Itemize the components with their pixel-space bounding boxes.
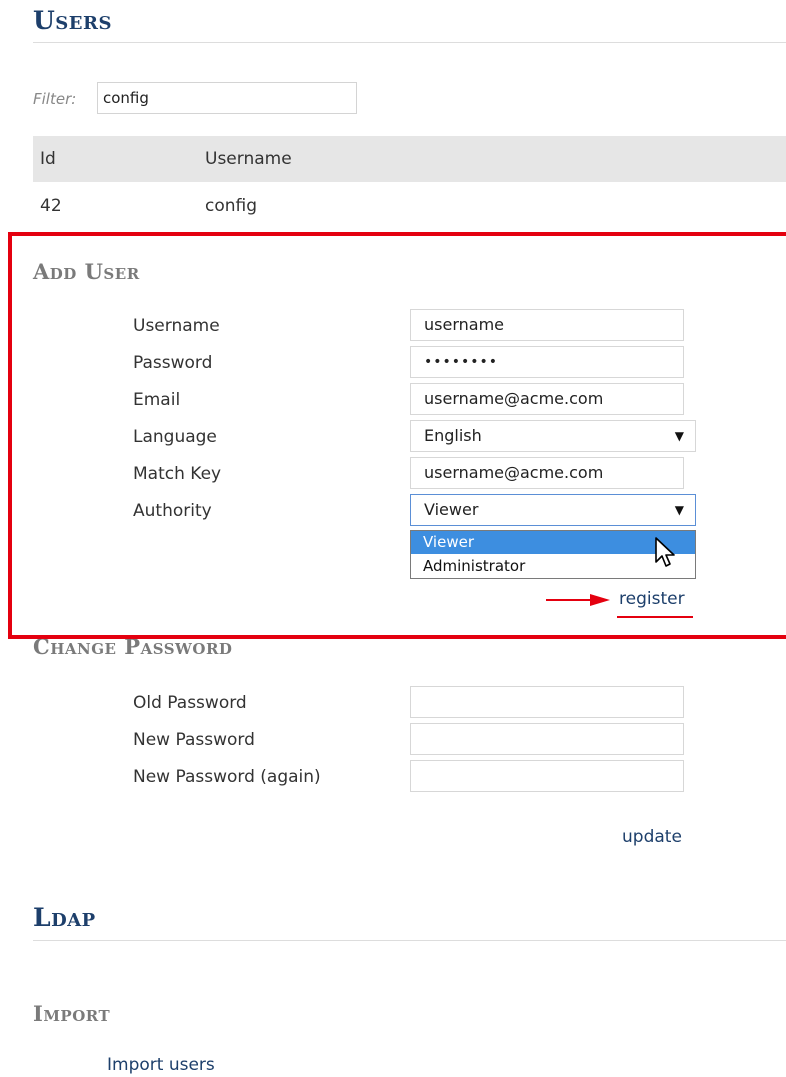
old-password-input[interactable] bbox=[410, 686, 684, 718]
cell-username: config bbox=[205, 196, 258, 216]
username-label: Username bbox=[133, 316, 220, 336]
new-password-again-input[interactable] bbox=[410, 760, 684, 792]
authority-select[interactable]: Viewer ▼ bbox=[410, 494, 696, 526]
users-table-header bbox=[33, 136, 786, 182]
authority-option-viewer[interactable]: Viewer bbox=[411, 531, 695, 554]
ldap-divider bbox=[33, 940, 786, 941]
mouse-pointer-icon bbox=[655, 537, 675, 567]
match-key-input[interactable]: username@acme.com bbox=[410, 457, 684, 489]
chevron-down-icon: ▼ bbox=[674, 503, 684, 517]
annotation-arrow-icon bbox=[546, 594, 610, 606]
chevron-down-icon: ▼ bbox=[674, 429, 684, 443]
password-label: Password bbox=[133, 353, 213, 373]
table-row[interactable]: 42 config bbox=[33, 186, 786, 226]
new-password-again-label: New Password (again) bbox=[133, 767, 321, 787]
users-heading: Users bbox=[33, 6, 112, 35]
username-input[interactable]: username bbox=[410, 309, 684, 341]
language-label: Language bbox=[133, 427, 217, 447]
new-password-label: New Password bbox=[133, 730, 255, 750]
email-input[interactable]: username@acme.com bbox=[410, 383, 684, 415]
cell-id: 42 bbox=[40, 196, 62, 216]
import-users-link[interactable]: Import users bbox=[107, 1055, 215, 1075]
match-key-label: Match Key bbox=[133, 464, 222, 484]
filter-label: Filter: bbox=[33, 90, 77, 108]
authority-select-value: Viewer bbox=[424, 500, 479, 519]
authority-label: Authority bbox=[133, 501, 212, 521]
email-label: Email bbox=[133, 390, 181, 410]
password-input[interactable]: •••••••• bbox=[410, 346, 684, 378]
register-underline bbox=[617, 616, 693, 618]
old-password-label: Old Password bbox=[133, 693, 247, 713]
users-divider bbox=[33, 42, 786, 43]
import-heading: Import bbox=[33, 1001, 111, 1026]
update-link[interactable]: update bbox=[622, 827, 682, 847]
column-header-username[interactable]: Username bbox=[205, 149, 292, 169]
add-user-heading: Add User bbox=[33, 259, 140, 284]
register-link[interactable]: register bbox=[619, 589, 685, 609]
column-header-id[interactable]: Id bbox=[40, 149, 56, 169]
language-select[interactable]: English ▼ bbox=[410, 420, 696, 452]
authority-option-administrator[interactable]: Administrator bbox=[411, 555, 695, 578]
filter-input[interactable]: config bbox=[97, 82, 357, 114]
language-select-value: English bbox=[424, 426, 482, 445]
ldap-heading: Ldap bbox=[33, 903, 96, 932]
new-password-input[interactable] bbox=[410, 723, 684, 755]
